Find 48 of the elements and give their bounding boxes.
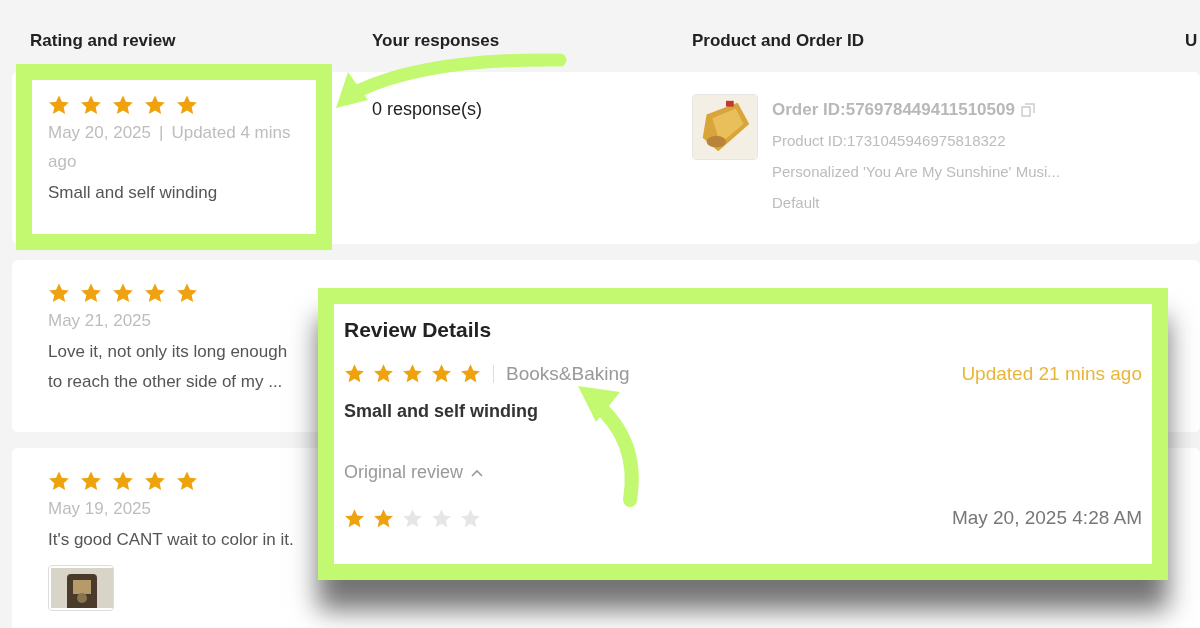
star-icon [144, 94, 166, 116]
star-icon [144, 282, 166, 304]
copy-icon[interactable] [1020, 102, 1035, 117]
star-icon [48, 282, 70, 304]
star-icon [80, 94, 102, 116]
review-date: May 21, 2025 [48, 310, 152, 332]
column-header: U [1185, 30, 1198, 52]
review-text: Love it, not only its long enough to reach the other side of my ... [48, 341, 289, 393]
star-icon [80, 282, 102, 304]
product-name: Personalized 'You Are My Sunshine' Musi... [772, 162, 1060, 182]
star-icon [402, 507, 423, 529]
star-icon [176, 282, 198, 304]
column-header: Product and Order ID [692, 30, 865, 52]
updated-label: Updated 21 mins ago [961, 361, 1142, 386]
star-icon [176, 470, 198, 492]
star-icon [176, 94, 198, 116]
star-icon [431, 507, 452, 529]
responses-count: 0 response(s) [372, 99, 483, 119]
review-text: Small and self winding [344, 400, 540, 423]
star-icon [144, 470, 166, 492]
original-review-toggle[interactable]: Original review [344, 459, 484, 486]
review-date: May 20, 2025 | Updated 4 mins ago [48, 122, 292, 173]
popup-title: Review Details [344, 317, 493, 343]
column-header: Rating and review [30, 30, 177, 52]
order-id: Order ID:576978449411510509 [772, 99, 1015, 121]
star-icon [80, 470, 102, 492]
review-date: May 19, 2025 [48, 498, 152, 520]
category-label: Books&Baking [506, 361, 630, 386]
star-icon [112, 94, 134, 116]
original-review-date: May 20, 2025 4:28 AM [951, 506, 1142, 530]
star-icon [344, 363, 365, 385]
product-id: Product ID:1731045946975818322 [772, 131, 1007, 151]
star-icon [373, 363, 394, 385]
star-icon [402, 363, 423, 385]
star-icon [460, 363, 481, 385]
star-icon [48, 94, 70, 116]
star-icon [344, 507, 365, 529]
review-text: It's good CANT wait to color in it. [48, 529, 295, 551]
star-icon [112, 470, 134, 492]
star-icon [112, 282, 134, 304]
star-icon [48, 470, 70, 492]
review-text: Small and self winding [48, 182, 219, 204]
product-variant: Default [772, 193, 821, 213]
star-icon [373, 507, 394, 529]
star-icon [431, 363, 452, 385]
chevron-icon [471, 468, 484, 477]
column-header: Your responses [372, 30, 501, 52]
star-icon [460, 507, 481, 529]
